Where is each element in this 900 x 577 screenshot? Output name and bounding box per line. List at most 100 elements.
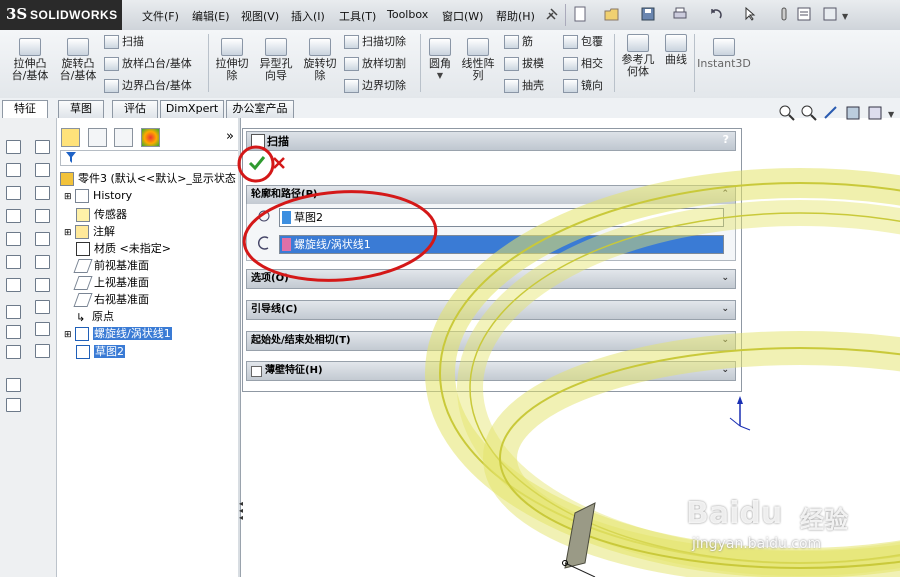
extrude-cut-button[interactable]: 拉伸切 除 (210, 38, 254, 82)
property-manager-tab-icon[interactable] (88, 128, 107, 147)
fillet-dropdown-arrow[interactable]: ▼ (424, 70, 456, 82)
tree-filter-row[interactable] (60, 150, 240, 166)
tree-item-helix[interactable]: ⊞ 螺旋线/涡状线1 (64, 325, 172, 341)
toolbar-feature-icon[interactable] (35, 278, 50, 292)
intersect-button[interactable]: 相交 (563, 55, 603, 71)
toolbar-sketch-icon[interactable] (6, 305, 21, 319)
revolve-boss-button[interactable]: 旋转凸 台/基体 (56, 38, 100, 82)
hole-wizard-button[interactable]: 异型孔 向导 (254, 38, 298, 82)
draft-button[interactable]: 拔模 (504, 55, 544, 71)
reference-geometry-label-2: 何体 (627, 65, 649, 78)
toolbar-cube-icon[interactable] (6, 140, 21, 154)
open-folder-icon[interactable] (604, 6, 620, 22)
toolbar-cube-icon[interactable] (6, 232, 21, 246)
options-dropdown-arrow[interactable]: ▼ (842, 12, 848, 21)
save-icon[interactable] (640, 6, 656, 22)
wrap-button[interactable]: 包覆 (563, 33, 603, 49)
tree-item-sketch2[interactable]: 草图2 (76, 343, 125, 359)
toolbar-cube-icon[interactable] (6, 209, 21, 223)
toolbar-feature-icon[interactable] (35, 232, 50, 246)
instant3d-button[interactable]: Instant3D (696, 38, 752, 70)
menu-help[interactable]: 帮助(H) (496, 8, 535, 24)
loft-boss-button[interactable]: 放样凸台/基体 (104, 55, 192, 71)
new-document-icon[interactable] (572, 6, 588, 22)
tab-evaluate[interactable]: 评估 (112, 100, 158, 118)
tree-item-material[interactable]: 材质 <未指定> (76, 240, 171, 256)
curves-button[interactable]: 曲线 (660, 34, 692, 66)
toolbar-feature-icon[interactable] (35, 140, 50, 154)
print-icon[interactable] (672, 6, 688, 22)
toolbar-cube-icon[interactable] (6, 186, 21, 200)
toolbar-sketch-icon[interactable] (6, 325, 21, 339)
toolbar-cube-icon[interactable] (6, 278, 21, 292)
menu-view[interactable]: 视图(V) (241, 8, 279, 24)
view-dropdown-arrow[interactable]: ▼ (888, 110, 894, 119)
tab-dimxpert[interactable]: DimXpert (160, 100, 224, 118)
app-logo-text: SOLIDWORKS (30, 8, 118, 22)
toolbar-feature-icon[interactable] (35, 163, 50, 177)
zoom-to-area-icon[interactable] (800, 104, 818, 122)
rebuild-icon[interactable] (776, 6, 792, 22)
mirror-button[interactable]: 镜向 (563, 77, 603, 93)
options-icon[interactable] (822, 6, 838, 22)
linear-pattern-button[interactable]: 线性阵 列 (458, 38, 498, 82)
tree-item-front-plane[interactable]: 前视基准面 (73, 257, 149, 273)
tree-item-right-plane[interactable]: 右视基准面 (73, 291, 149, 307)
menu-toolbox[interactable]: Toolbox (387, 8, 428, 21)
tree-item-sensors[interactable]: 传感器 (76, 206, 127, 222)
swept-cut-button[interactable]: 扫描切除 (344, 33, 406, 49)
menu-edit[interactable]: 编辑(E) (192, 8, 230, 24)
tree-item-label: 草图2 (94, 345, 125, 358)
section-view-icon[interactable] (844, 104, 862, 122)
intersect-icon (563, 57, 578, 71)
menu-file[interactable]: 文件(F) (142, 8, 179, 24)
toolbar-view-icon[interactable] (6, 378, 21, 392)
menu-window[interactable]: 窗口(W) (442, 8, 483, 24)
feature-tree-tab-icon[interactable] (61, 128, 80, 147)
toolbar-feature-icon[interactable] (35, 300, 50, 314)
toolbar-view-icon[interactable] (6, 398, 21, 412)
tree-root-part[interactable]: 零件3 (默认<<默认>_显示状态 (60, 170, 236, 186)
solidworks-logo[interactable]: 3S SOLIDWORKS (0, 0, 122, 30)
file-properties-icon[interactable] (796, 6, 812, 22)
toolbar-cube-icon[interactable] (6, 255, 21, 269)
toolbar-feature-icon[interactable] (35, 344, 50, 358)
select-arrow-icon[interactable] (742, 6, 758, 22)
shell-button[interactable]: 抽壳 (504, 77, 544, 93)
tree-item-origin[interactable]: ↳ 原点 (76, 308, 114, 324)
revolve-cut-button[interactable]: 旋转切 除 (298, 38, 342, 82)
previous-view-icon[interactable] (822, 104, 840, 122)
toolbar-feature-icon[interactable] (35, 186, 50, 200)
toolbar-feature-icon[interactable] (35, 255, 50, 269)
tab-features[interactable]: 特征 (2, 100, 48, 118)
boundary-boss-button[interactable]: 边界凸台/基体 (104, 77, 192, 93)
extrude-boss-icon (19, 38, 41, 56)
panel-collapse-chevron-icon[interactable]: » (226, 129, 234, 144)
extrude-boss-button[interactable]: 拉伸凸 台/基体 (8, 38, 52, 82)
tab-sketch[interactable]: 草图 (58, 100, 104, 118)
menu-insert[interactable]: 插入(I) (291, 8, 325, 24)
hole-wizard-icon (265, 38, 287, 56)
tab-office-products[interactable]: 办公室产品 (226, 100, 294, 118)
menu-tools[interactable]: 工具(T) (339, 8, 376, 24)
reference-geometry-button[interactable]: 参考几 何体 (618, 34, 658, 78)
toolbar-cube-icon[interactable] (6, 163, 21, 177)
rib-button[interactable]: 筋 (504, 33, 533, 49)
tree-item-annotations[interactable]: ⊞ 注解 (64, 223, 115, 239)
configuration-manager-tab-icon[interactable] (114, 128, 133, 147)
toolbar-feature-icon[interactable] (35, 322, 50, 336)
sweep-button[interactable]: 扫描 (104, 33, 144, 49)
display-manager-tab-icon[interactable] (141, 128, 160, 147)
plane-icon (73, 259, 93, 273)
toolbar-sketch-icon[interactable] (6, 345, 21, 359)
boundary-cut-button[interactable]: 边界切除 (344, 77, 406, 93)
lofted-cut-button[interactable]: 放样切割 (344, 55, 406, 71)
toolbar-feature-icon[interactable] (35, 209, 50, 223)
zoom-to-fit-icon[interactable] (778, 104, 796, 122)
pin-icon[interactable] (543, 7, 559, 23)
undo-icon[interactable] (708, 6, 724, 22)
tree-item-history[interactable]: ⊞ History (64, 189, 132, 203)
view-orientation-icon[interactable] (866, 104, 884, 122)
fillet-button[interactable]: 圆角 ▼ (424, 38, 456, 82)
tree-item-top-plane[interactable]: 上视基准面 (73, 274, 149, 290)
